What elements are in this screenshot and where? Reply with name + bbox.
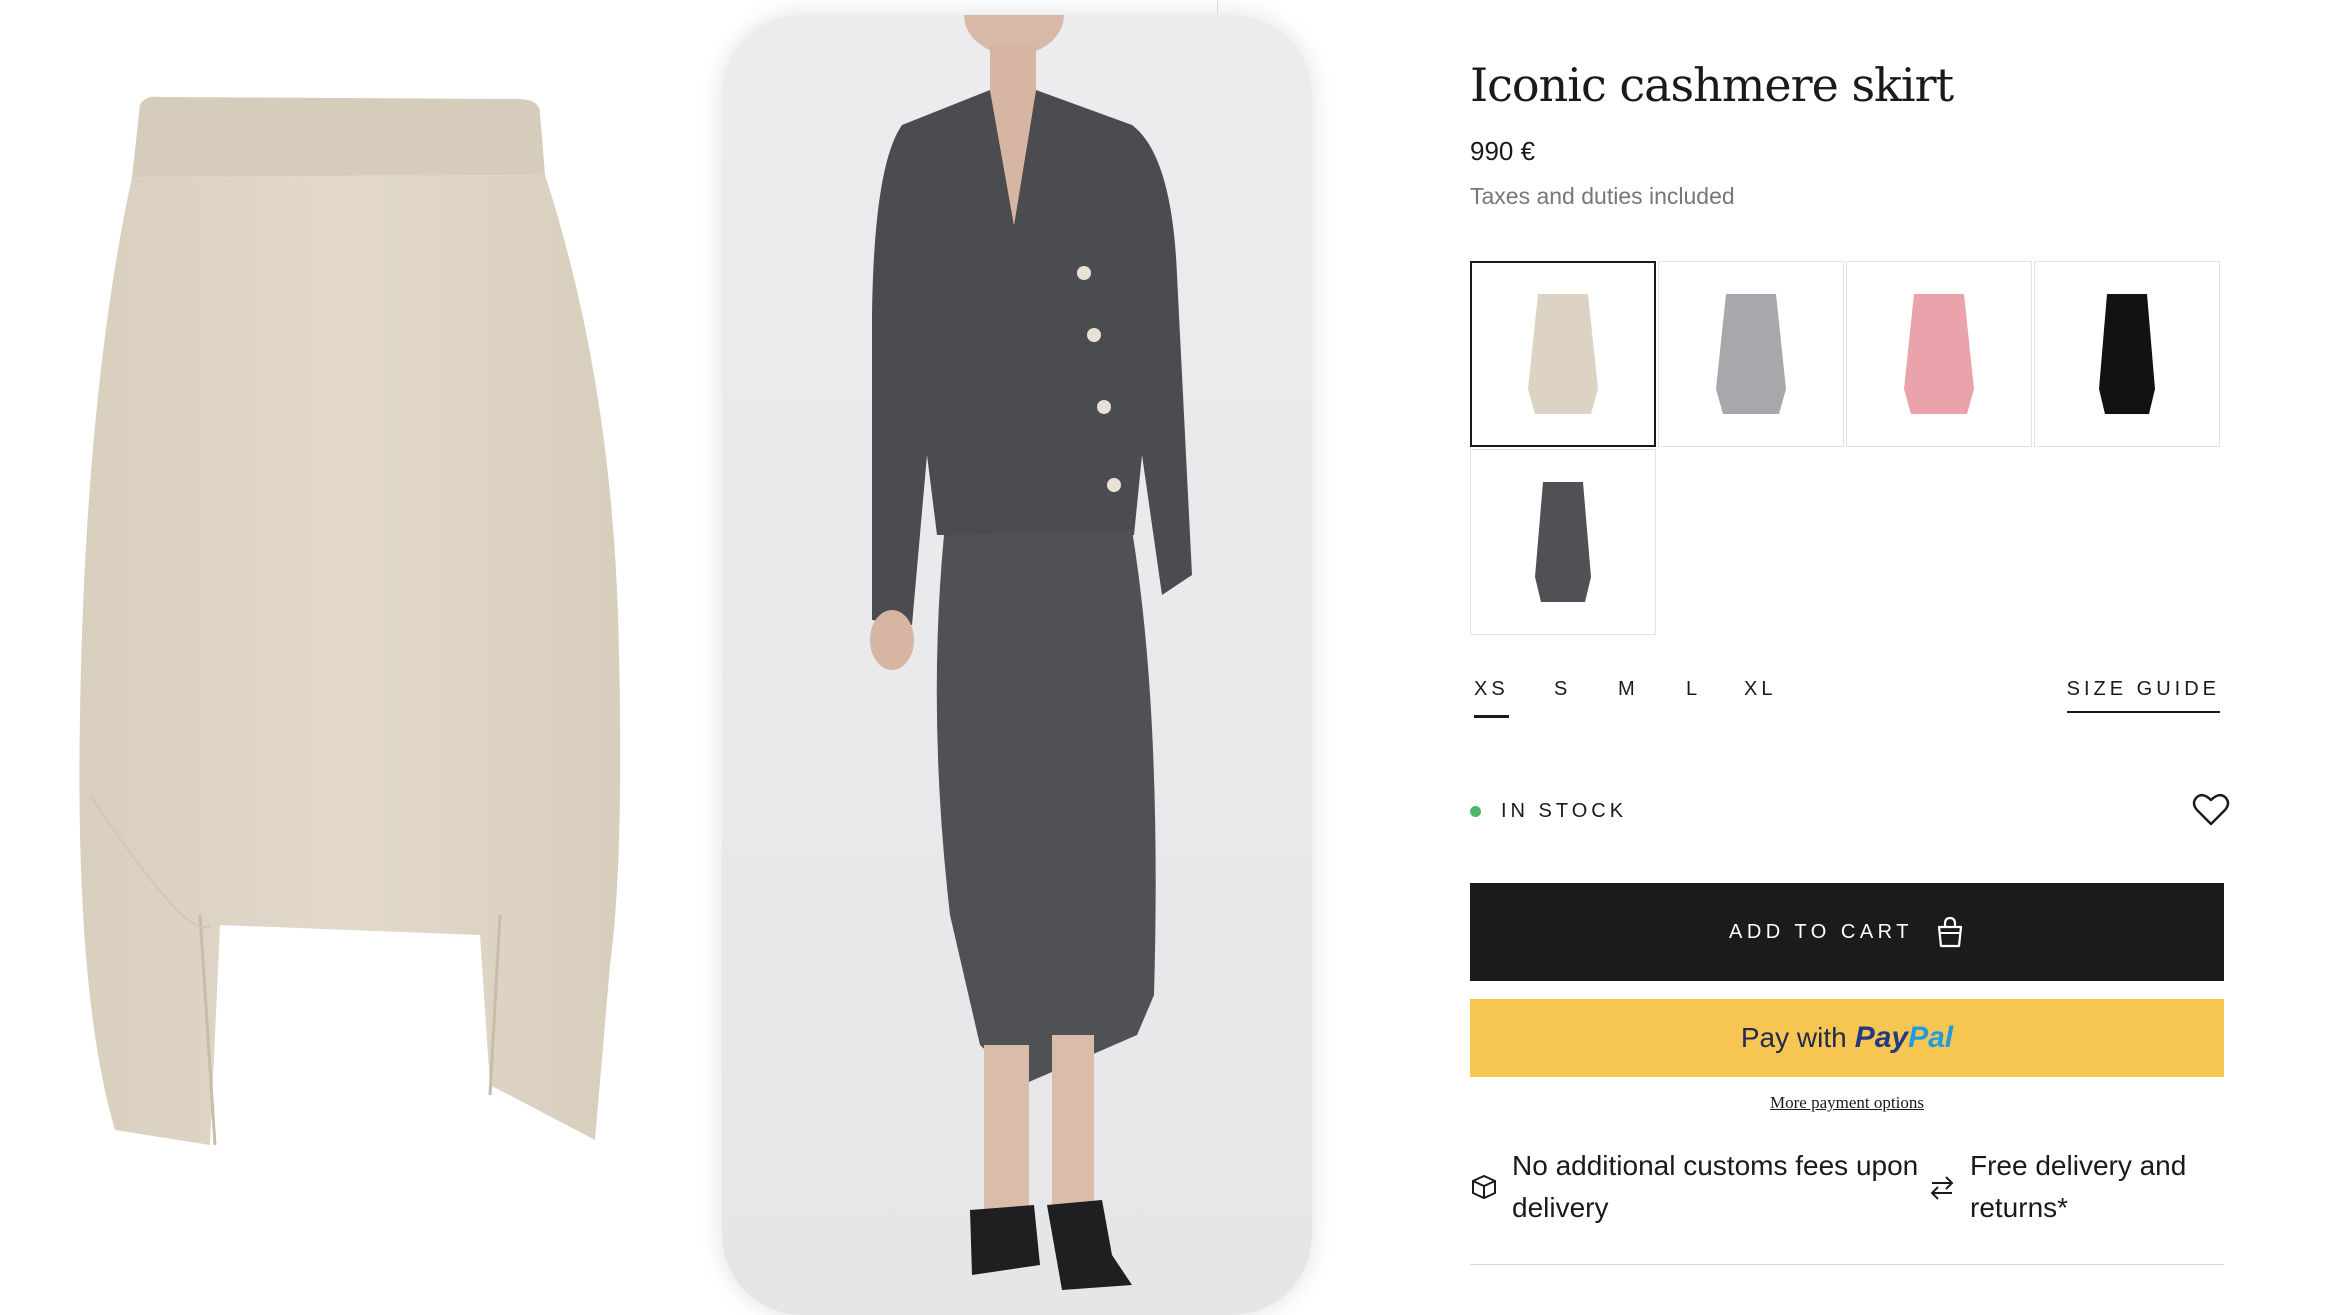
package-icon — [1472, 1174, 1496, 1200]
heart-icon — [2192, 793, 2230, 826]
wishlist-button[interactable] — [2192, 793, 2230, 827]
size-s[interactable]: S — [1554, 678, 1571, 715]
size-xl[interactable]: XL — [1744, 678, 1776, 715]
size-selector: XS S M L XL SIZE GUIDE — [1470, 678, 2220, 728]
shopping-bag-icon — [1937, 916, 1963, 948]
add-to-cart-button[interactable]: ADD TO CART — [1470, 883, 2224, 981]
swatch-beige[interactable] — [1470, 261, 1656, 447]
product-title: Iconic cashmere skirt — [1470, 58, 1954, 112]
divider — [1470, 1264, 2224, 1265]
taxes-note: Taxes and duties included — [1470, 183, 1735, 209]
paypal-logo-pal: Pal — [1908, 1021, 1954, 1054]
divider — [1217, 0, 1218, 14]
add-to-cart-label: ADD TO CART — [1729, 920, 1913, 943]
delivery-info-text: Free delivery and returns* — [1970, 1150, 2187, 1223]
size-l[interactable]: L — [1686, 678, 1701, 715]
exchange-arrows-icon — [1930, 1176, 1954, 1200]
flat-skirt-image — [70, 95, 630, 1155]
customs-info: No additional customs fees upon delivery — [1470, 1145, 1930, 1229]
swatch-dark-grey[interactable] — [1470, 449, 1656, 635]
customs-info-text: No additional customs fees upon delivery — [1512, 1150, 1919, 1223]
paypal-prefix: Pay with — [1740, 1022, 1847, 1053]
paypal-logo: PayPal — [1855, 1021, 1953, 1055]
size-m[interactable]: M — [1618, 678, 1639, 715]
size-guide-link[interactable]: SIZE GUIDE — [2066, 678, 2220, 713]
swatch-pink[interactable] — [1846, 261, 2032, 447]
stock-label: IN STOCK — [1501, 800, 1628, 822]
delivery-info: Free delivery and returns* — [1928, 1145, 2228, 1229]
model-photo — [722, 15, 1312, 1315]
product-panel: Iconic cashmere skirt 990 € Taxes and du… — [1470, 0, 2230, 1270]
stock-status: IN STOCK — [1470, 800, 1627, 823]
paypal-logo-pay: Pay — [1854, 1021, 1909, 1054]
swatch-light-grey[interactable] — [1658, 261, 1844, 447]
paypal-button[interactable]: Pay with PayPal — [1470, 999, 2224, 1077]
more-payment-options-link[interactable]: More payment options — [1470, 1093, 2224, 1113]
stock-indicator-dot — [1470, 806, 1481, 817]
color-swatches — [1470, 261, 2220, 641]
swatch-black[interactable] — [2034, 261, 2220, 447]
size-xs[interactable]: XS — [1474, 678, 1509, 718]
product-price: 990 € — [1470, 136, 1536, 166]
